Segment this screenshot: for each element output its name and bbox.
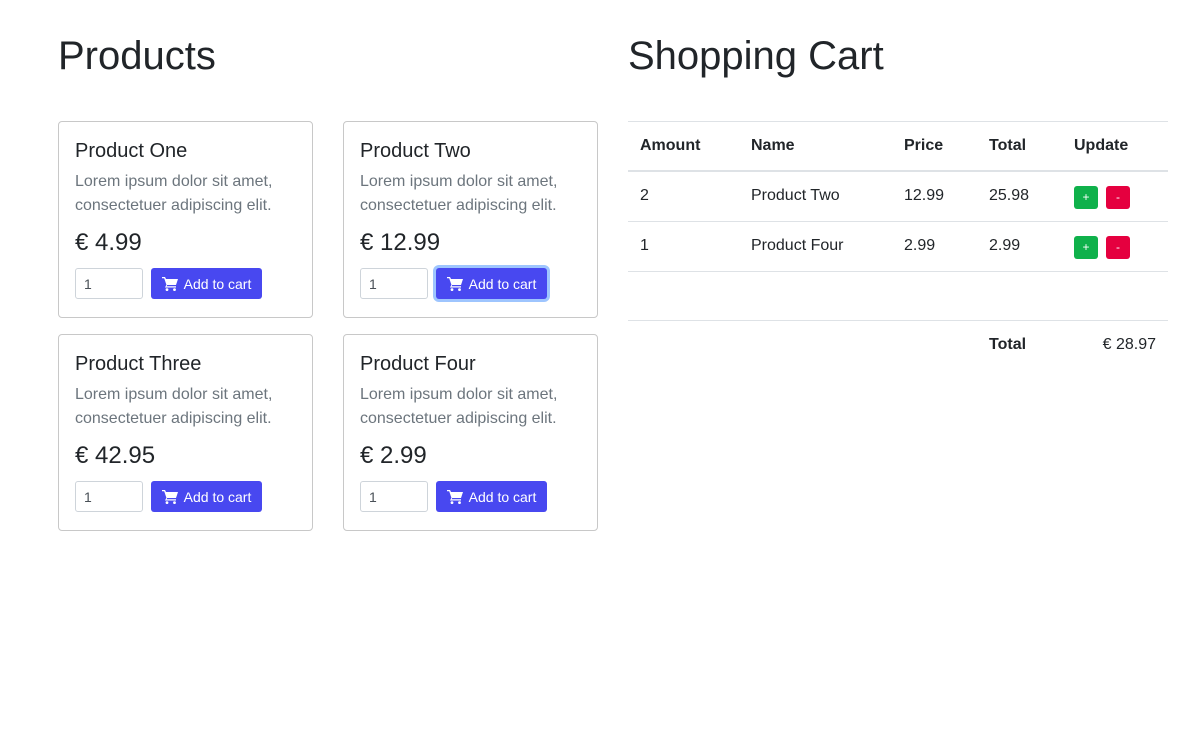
- table-row: 1 Product Four 2.99 2.99 + -: [628, 222, 1168, 272]
- column-header-total: Total: [989, 137, 1027, 154]
- product-card: Product Three Lorem ipsum dolor sit amet…: [58, 334, 313, 531]
- cart-item-total: 2.99: [989, 237, 1021, 254]
- add-to-cart-label: Add to cart: [183, 275, 252, 292]
- product-title: Product Four: [360, 353, 476, 375]
- add-to-cart-button[interactable]: Add to cart: [436, 268, 547, 299]
- cart-total-value: € 28.97: [1102, 336, 1156, 353]
- cart-item-total: 25.98: [989, 187, 1030, 204]
- quantity-input[interactable]: [75, 481, 143, 512]
- product-description: Lorem ipsum dolor sit amet, consectetuer…: [360, 386, 558, 427]
- cart-icon: [161, 489, 178, 504]
- cart-icon: [446, 276, 463, 291]
- product-title: Product Two: [360, 140, 471, 162]
- shopping-cart-section: Shopping Cart Amount Name Price Total Up…: [628, 32, 1168, 353]
- add-to-cart-label: Add to cart: [468, 488, 537, 505]
- cart-table: Amount Name Price Total Update 2 Product…: [628, 121, 1168, 367]
- add-to-cart-button[interactable]: Add to cart: [151, 481, 262, 512]
- cart-total-label: Total: [989, 336, 1027, 353]
- product-card: Product Two Lorem ipsum dolor sit amet, …: [343, 121, 598, 318]
- product-price: € 4.99: [75, 229, 142, 256]
- cart-item-price: 2.99: [904, 237, 936, 254]
- add-to-cart-form: Add to cart: [360, 268, 581, 299]
- product-price: € 12.99: [360, 229, 441, 256]
- product-description: Lorem ipsum dolor sit amet, consectetuer…: [75, 173, 273, 214]
- cart-item-amount: 2: [640, 187, 649, 204]
- product-price: € 2.99: [360, 442, 427, 469]
- product-title: Product One: [75, 140, 188, 162]
- quantity-input[interactable]: [75, 268, 143, 299]
- quantity-input[interactable]: [360, 481, 428, 512]
- update-controls: + -: [1074, 186, 1130, 209]
- product-price: € 42.95: [75, 442, 156, 469]
- add-to-cart-button[interactable]: Add to cart: [151, 268, 262, 299]
- add-to-cart-form: Add to cart: [75, 481, 296, 512]
- products-section: Products Product One Lorem ipsum dolor s…: [58, 32, 598, 531]
- cart-total-row: Total € 28.97: [628, 321, 1168, 367]
- decrease-quantity-button[interactable]: -: [1106, 186, 1130, 209]
- column-header-name: Name: [751, 137, 795, 154]
- page: Products Product One Lorem ipsum dolor s…: [0, 0, 1200, 750]
- cart-item-name: Product Four: [751, 237, 844, 254]
- column-header-amount: Amount: [640, 137, 701, 154]
- product-title: Product Three: [75, 353, 202, 375]
- product-card: Product One Lorem ipsum dolor sit amet, …: [58, 121, 313, 318]
- add-to-cart-button[interactable]: Add to cart: [436, 481, 547, 512]
- product-description: Lorem ipsum dolor sit amet, consectetuer…: [75, 386, 273, 427]
- add-to-cart-form: Add to cart: [360, 481, 581, 512]
- product-description: Lorem ipsum dolor sit amet, consectetuer…: [360, 173, 558, 214]
- column-header-price: Price: [904, 137, 944, 154]
- increase-quantity-button[interactable]: +: [1074, 186, 1098, 209]
- decrease-quantity-button[interactable]: -: [1106, 236, 1130, 259]
- cart-item-name: Product Two: [751, 187, 840, 204]
- cart-item-amount: 1: [640, 237, 649, 254]
- update-controls: + -: [1074, 236, 1130, 259]
- cart-item-price: 12.99: [904, 187, 945, 204]
- column-header-update: Update: [1074, 137, 1129, 154]
- increase-quantity-button[interactable]: +: [1074, 236, 1098, 259]
- cart-icon: [161, 276, 178, 291]
- cart-heading: Shopping Cart: [628, 34, 884, 78]
- cart-icon: [446, 489, 463, 504]
- products-heading: Products: [58, 34, 216, 78]
- table-row: 2 Product Two 12.99 25.98 + -: [628, 172, 1168, 222]
- product-card: Product Four Lorem ipsum dolor sit amet,…: [343, 334, 598, 531]
- add-to-cart-form: Add to cart: [75, 268, 296, 299]
- table-spacer-row: [628, 272, 1168, 321]
- quantity-input[interactable]: [360, 268, 428, 299]
- add-to-cart-label: Add to cart: [468, 275, 537, 292]
- cart-table-header: Amount Name Price Total Update: [628, 122, 1168, 172]
- add-to-cart-label: Add to cart: [183, 488, 252, 505]
